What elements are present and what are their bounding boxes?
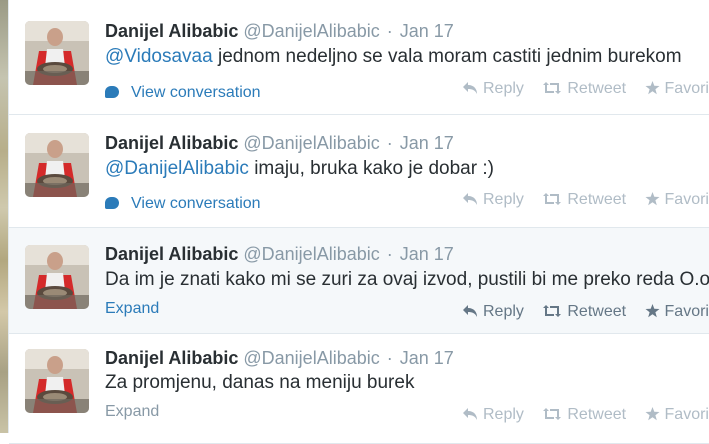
view-conversation-label[interactable]: View conversation [131, 84, 261, 101]
view-conversation-label[interactable]: View conversation [131, 195, 261, 212]
mention-link[interactable]: @Vidosavaa [105, 46, 213, 67]
author-fullname[interactable]: Danijel Alibabic [105, 348, 238, 368]
tweet-body: imaju, bruka kako je dobar :) [248, 158, 494, 179]
reply-button[interactable]: Reply [462, 303, 524, 321]
reply-icon [463, 193, 477, 205]
author-username[interactable]: @DanijelAlibabic [243, 348, 379, 368]
conversation-bubble-icon [105, 86, 119, 98]
tweet-text: Da im je znati kako mi se zuri za ovaj i… [105, 269, 709, 291]
favorite-label: Favorite [664, 303, 709, 320]
tweet-item[interactable]: Danijel Alibabic @DanijelAlibabic · Jan … [9, 334, 709, 444]
favorite-label: Favorite [664, 406, 709, 423]
favorite-icon [645, 407, 660, 421]
tweet-body: jednom nedeljno se vala moram castiti je… [212, 46, 682, 67]
favorite-button[interactable]: Favorite [645, 406, 709, 424]
author-username[interactable]: @DanijelAlibabic [243, 21, 379, 41]
favorite-icon [645, 304, 660, 318]
retweet-label: Retweet [567, 191, 627, 208]
tweet-item[interactable]: Danijel Alibabic @DanijelAlibabic · Jan … [9, 0, 709, 115]
author-fullname[interactable]: Danijel Alibabic [105, 21, 238, 41]
tweet-text: @Vidosavaa jednom nedeljno se vala moram… [105, 46, 682, 68]
author-username[interactable]: @DanijelAlibabic [243, 244, 379, 264]
retweet-icon [543, 408, 562, 420]
author-fullname[interactable]: Danijel Alibabic [105, 244, 238, 264]
retweet-icon [543, 193, 562, 205]
tweet-item[interactable]: Danijel Alibabic @DanijelAlibabic · Jan … [9, 115, 709, 228]
separator-dot: · [386, 21, 393, 41]
avatar[interactable] [25, 349, 89, 413]
avatar[interactable] [25, 21, 89, 85]
favorite-icon [645, 81, 660, 95]
tweet-body: Za promjenu, danas na meniju burek [105, 372, 415, 393]
separator-dot: · [386, 348, 393, 368]
reply-icon [463, 305, 477, 317]
retweet-button[interactable]: Retweet [542, 303, 626, 321]
favorite-label: Favorite [664, 191, 709, 208]
reply-label: Reply [483, 191, 524, 208]
retweet-icon [543, 305, 562, 317]
retweet-label: Retweet [567, 406, 627, 423]
favorite-icon [645, 192, 660, 206]
reply-button[interactable]: Reply [462, 406, 524, 424]
retweet-button[interactable]: Retweet [542, 80, 626, 98]
view-conversation-link[interactable]: View conversation [105, 195, 261, 213]
retweet-button[interactable]: Retweet [542, 406, 626, 424]
retweet-label: Retweet [567, 80, 627, 97]
tweet-text: @DanijelAlibabic imaju, bruka kako je do… [105, 158, 494, 180]
view-conversation-link[interactable]: View conversation [105, 84, 261, 102]
author-fullname[interactable]: Danijel Alibabic [105, 133, 238, 153]
background-strip [0, 0, 8, 433]
tweet-actions: Reply Retweet Favorite [462, 406, 709, 424]
reply-button[interactable]: Reply [462, 191, 524, 209]
tweet-timestamp[interactable]: Jan 17 [400, 133, 454, 153]
tweet-item[interactable]: Danijel Alibabic @DanijelAlibabic · Jan … [9, 228, 709, 334]
favorite-label: Favorite [664, 80, 709, 97]
conversation-bubble-icon [105, 197, 119, 209]
tweet-actions: Reply Retweet Favorite [462, 303, 709, 321]
favorite-button[interactable]: Favorite [645, 80, 709, 98]
tweet-timestamp[interactable]: Jan 17 [400, 21, 454, 41]
avatar[interactable] [25, 133, 89, 197]
retweet-icon [543, 82, 562, 94]
avatar[interactable] [25, 245, 89, 309]
tweet-body: Da im je znati kako mi se zuri za ovaj i… [105, 269, 709, 290]
mention-link[interactable]: @DanijelAlibabic [105, 158, 249, 179]
tweet-timestamp[interactable]: Jan 17 [400, 244, 454, 264]
favorite-button[interactable]: Favorite [645, 191, 709, 209]
tweet-actions: Reply Retweet Favorite [462, 80, 709, 98]
separator-dot: · [386, 133, 393, 153]
reply-label: Reply [483, 406, 524, 423]
expand-link[interactable]: Expand [105, 300, 159, 318]
reply-button[interactable]: Reply [462, 80, 524, 98]
tweet-stream: Danijel Alibabic @DanijelAlibabic · Jan … [8, 0, 709, 444]
author-username[interactable]: @DanijelAlibabic [243, 133, 379, 153]
reply-icon [463, 82, 477, 94]
retweet-label: Retweet [567, 303, 627, 320]
tweet-actions: Reply Retweet Favorite [462, 191, 709, 209]
expand-link[interactable]: Expand [105, 403, 159, 421]
tweet-timestamp[interactable]: Jan 17 [400, 348, 454, 368]
reply-label: Reply [483, 303, 524, 320]
favorite-button[interactable]: Favorite [645, 303, 709, 321]
tweet-text: Za promjenu, danas na meniju burek [105, 372, 414, 394]
reply-label: Reply [483, 80, 524, 97]
reply-icon [463, 408, 477, 420]
separator-dot: · [386, 244, 393, 264]
retweet-button[interactable]: Retweet [542, 191, 626, 209]
